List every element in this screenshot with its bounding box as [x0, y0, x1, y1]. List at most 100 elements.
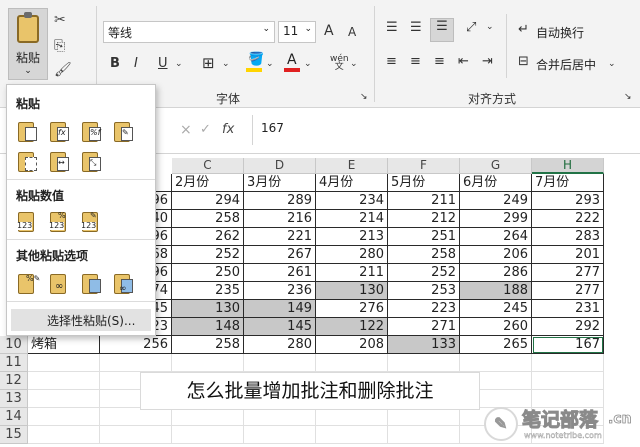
borders-icon[interactable]: ⊞ [202, 54, 215, 72]
table-cell[interactable]: 260 [460, 318, 532, 336]
table-cell[interactable]: 258 [172, 336, 244, 354]
empty-cell[interactable] [172, 408, 244, 426]
table-cell[interactable]: 145 [244, 318, 316, 336]
table-cell[interactable]: 234 [316, 192, 388, 210]
header-cell[interactable]: 3月份 [244, 174, 316, 192]
empty-cell[interactable] [28, 408, 100, 426]
header-cell[interactable]: 6月份 [460, 174, 532, 192]
table-cell[interactable]: 122 [316, 318, 388, 336]
table-cell[interactable]: 245 [460, 300, 532, 318]
transpose-icon[interactable]: ⤡ [81, 149, 103, 173]
chevron-down-icon[interactable]: ⌄ [350, 59, 358, 69]
orientation-icon[interactable]: ⤢ [466, 20, 476, 35]
align-top-icon[interactable]: ☰ [386, 20, 398, 35]
table-cell[interactable]: 211 [316, 264, 388, 282]
align-bottom-button[interactable]: ☰ [430, 18, 454, 42]
phonetic-button[interactable]: wén 文 [330, 55, 349, 72]
table-cell[interactable]: 292 [532, 318, 604, 336]
table-cell[interactable]: 214 [316, 210, 388, 228]
table-cell[interactable]: 264 [460, 228, 532, 246]
increase-indent-icon[interactable]: ⇥ [482, 54, 493, 69]
font-color-button[interactable]: A [284, 52, 300, 72]
table-cell[interactable]: 249 [460, 192, 532, 210]
empty-cell[interactable] [388, 408, 460, 426]
header-cell[interactable]: 2月份 [172, 174, 244, 192]
column-header-d[interactable]: D [244, 158, 316, 174]
font-name-select[interactable]: 等线 ⌄ [103, 21, 275, 43]
align-left-icon[interactable]: ≡ [386, 54, 397, 69]
keep-column-widths-icon[interactable]: ↔ [49, 149, 71, 173]
empty-cell[interactable] [28, 426, 100, 444]
header-cell[interactable]: 5月份 [388, 174, 460, 192]
column-header-h[interactable]: H [532, 158, 604, 174]
table-cell[interactable]: 130 [172, 300, 244, 318]
empty-cell[interactable] [388, 354, 460, 372]
empty-cell[interactable] [316, 408, 388, 426]
bold-button[interactable]: B [110, 56, 120, 71]
empty-cell[interactable] [172, 426, 244, 444]
table-cell[interactable]: 148 [172, 318, 244, 336]
table-cell[interactable]: 280 [316, 246, 388, 264]
empty-cell[interactable] [100, 408, 172, 426]
copy-icon[interactable]: ⎘ [54, 38, 65, 54]
table-cell[interactable]: 267 [244, 246, 316, 264]
dialog-launcher-icon[interactable]: ↘ [624, 92, 632, 102]
column-header-f[interactable]: F [388, 158, 460, 174]
table-cell[interactable]: 253 [388, 282, 460, 300]
align-right-icon[interactable]: ≡ [434, 54, 445, 69]
paste-formulas-icon[interactable]: fx [49, 119, 71, 143]
formula-input[interactable]: 167 [252, 115, 640, 145]
table-cell[interactable]: 223 [388, 300, 460, 318]
empty-cell[interactable] [388, 426, 460, 444]
table-cell[interactable]: 211 [388, 192, 460, 210]
empty-cell[interactable] [100, 426, 172, 444]
table-cell[interactable]: 283 [532, 228, 604, 246]
wrap-text-icon[interactable]: ↵ [518, 22, 529, 37]
chevron-down-icon[interactable]: ⌄ [608, 59, 616, 69]
row-header[interactable]: 13 [0, 390, 28, 408]
table-cell[interactable]: 231 [532, 300, 604, 318]
grow-font-button[interactable]: A [324, 23, 334, 39]
empty-cell[interactable] [244, 408, 316, 426]
paste-special-item[interactable]: 选择性粘贴(S)... [11, 309, 151, 331]
column-header-g[interactable]: G [460, 158, 532, 174]
table-cell[interactable]: 149 [244, 300, 316, 318]
row-header[interactable]: 14 [0, 408, 28, 426]
fill-color-button[interactable]: 🪣 [246, 52, 264, 72]
table-cell[interactable]: 201 [532, 246, 604, 264]
table-cell[interactable]: 258 [172, 210, 244, 228]
chevron-down-icon[interactable]: ⌄ [175, 59, 183, 69]
empty-cell[interactable] [532, 354, 604, 372]
underline-button[interactable]: U [158, 56, 168, 71]
chevron-down-icon[interactable]: ⌄ [486, 22, 494, 32]
table-cell[interactable]: 236 [244, 282, 316, 300]
table-cell[interactable]: 289 [244, 192, 316, 210]
column-header-e[interactable]: E [316, 158, 388, 174]
table-cell[interactable]: 188 [460, 282, 532, 300]
empty-cell[interactable] [532, 372, 604, 390]
paste-picture-icon[interactable] [81, 271, 103, 295]
table-cell[interactable]: 276 [316, 300, 388, 318]
table-cell[interactable]: 256 [100, 336, 172, 354]
empty-cell[interactable] [460, 354, 532, 372]
table-cell[interactable]: 213 [316, 228, 388, 246]
paste-values-icon[interactable]: 123 [17, 209, 39, 233]
values-number-format-icon[interactable]: % 123 [49, 209, 71, 233]
paste-button[interactable]: 粘贴 ⌄ [8, 8, 48, 80]
table-cell[interactable]: 261 [244, 264, 316, 282]
table-cell[interactable]: 235 [172, 282, 244, 300]
table-cell[interactable]: 222 [532, 210, 604, 228]
table-cell[interactable]: 286 [460, 264, 532, 282]
row-header[interactable]: 11 [0, 354, 28, 372]
table-cell[interactable]: 299 [460, 210, 532, 228]
table-cell[interactable]: 252 [388, 264, 460, 282]
header-cell[interactable]: 4月份 [316, 174, 388, 192]
row-header[interactable]: 10 [0, 336, 28, 354]
table-cell[interactable]: 294 [172, 192, 244, 210]
linked-picture-icon[interactable]: ∞ [113, 271, 135, 295]
wrap-text-button[interactable]: 自动换行 [536, 24, 584, 41]
chevron-down-icon[interactable]: ⌄ [222, 59, 230, 69]
confirm-icon[interactable]: ✓ [200, 122, 211, 137]
table-cell[interactable]: 烤箱 [28, 336, 100, 354]
empty-cell[interactable] [244, 354, 316, 372]
